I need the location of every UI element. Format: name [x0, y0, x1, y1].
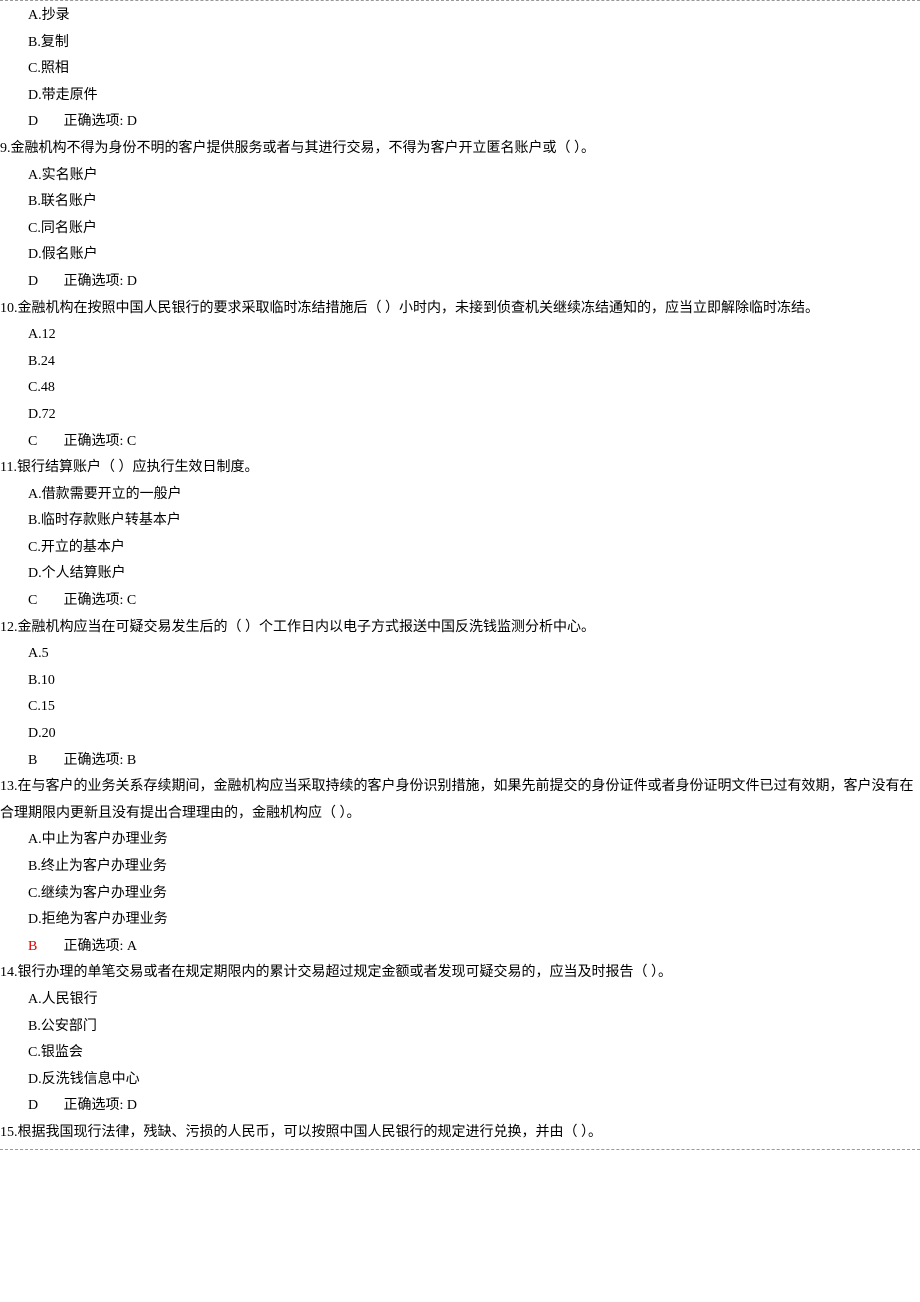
option: D.拒绝为客户办理业务 — [28, 907, 920, 934]
given-answer: D — [28, 109, 56, 136]
option: C.48 — [28, 375, 920, 402]
correct-answer-label: 正确选项: C — [64, 434, 137, 449]
question-9: 9.金融机构不得为身份不明的客户提供服务或者与其进行交易，不得为客户开立匿名账户… — [0, 136, 920, 296]
option: B.10 — [28, 668, 920, 695]
question-text: 11.银行结算账户（ ）应执行生效日制度。 — [0, 455, 920, 482]
given-answer: B — [28, 748, 56, 775]
question-8-tail: A.抄录 B.复制 C.照相 D.带走原件 D 正确选项: D — [0, 3, 920, 136]
question-text: 12.金融机构应当在可疑交易发生后的（ ）个工作日内以电子方式报送中国反洗钱监测… — [0, 615, 920, 642]
option: D.带走原件 — [28, 83, 920, 110]
correct-answer-label: 正确选项: D — [64, 1098, 138, 1113]
answer-line: C 正确选项: C — [28, 429, 920, 456]
option: D.20 — [28, 721, 920, 748]
correct-answer-label: 正确选项: A — [64, 939, 138, 954]
option: A.人民银行 — [28, 987, 920, 1014]
given-answer: C — [28, 588, 56, 615]
option: B.24 — [28, 349, 920, 376]
option: A.12 — [28, 322, 920, 349]
option: C.同名账户 — [28, 216, 920, 243]
option: D.个人结算账户 — [28, 561, 920, 588]
answer-line: B 正确选项: B — [28, 748, 920, 775]
answer-line: B 正确选项: A — [28, 934, 920, 961]
question-text: 10.金融机构在按照中国人民银行的要求采取临时冻结措施后（ ）小时内，未接到侦查… — [0, 296, 920, 323]
option: C.银监会 — [28, 1040, 920, 1067]
option: A.借款需要开立的一般户 — [28, 482, 920, 509]
option: A.5 — [28, 641, 920, 668]
option: B.临时存款账户转基本户 — [28, 508, 920, 535]
option: B.联名账户 — [28, 189, 920, 216]
answer-line: D 正确选项: D — [28, 269, 920, 296]
option: C.开立的基本户 — [28, 535, 920, 562]
correct-answer-label: 正确选项: B — [64, 753, 137, 768]
option: B.复制 — [28, 30, 920, 57]
given-answer: C — [28, 429, 56, 456]
option: A.实名账户 — [28, 163, 920, 190]
given-answer: D — [28, 1093, 56, 1120]
option: B.终止为客户办理业务 — [28, 854, 920, 881]
question-text: 9.金融机构不得为身份不明的客户提供服务或者与其进行交易，不得为客户开立匿名账户… — [0, 136, 920, 163]
option: A.抄录 — [28, 3, 920, 30]
answer-line: D 正确选项: D — [28, 109, 920, 136]
option: C.照相 — [28, 56, 920, 83]
question-15-head: 15.根据我国现行法律，残缺、污损的人民币，可以按照中国人民银行的规定进行兑换，… — [0, 1120, 920, 1147]
question-text: 15.根据我国现行法律，残缺、污损的人民币，可以按照中国人民银行的规定进行兑换，… — [0, 1120, 920, 1147]
option: A.中止为客户办理业务 — [28, 827, 920, 854]
option: D.假名账户 — [28, 242, 920, 269]
given-answer-wrong: B — [28, 934, 56, 961]
question-text: 14.银行办理的单笔交易或者在规定期限内的累计交易超过规定金额或者发现可疑交易的… — [0, 960, 920, 987]
question-13: 13.在与客户的业务关系存续期间，金融机构应当采取持续的客户身份识别措施，如果先… — [0, 774, 920, 960]
question-12: 12.金融机构应当在可疑交易发生后的（ ）个工作日内以电子方式报送中国反洗钱监测… — [0, 615, 920, 775]
correct-answer-label: 正确选项: D — [64, 114, 138, 129]
option: C.15 — [28, 694, 920, 721]
given-answer: D — [28, 269, 56, 296]
answer-line: D 正确选项: D — [28, 1093, 920, 1120]
question-14: 14.银行办理的单笔交易或者在规定期限内的累计交易超过规定金额或者发现可疑交易的… — [0, 960, 920, 1120]
correct-answer-label: 正确选项: D — [64, 274, 138, 289]
answer-line: C 正确选项: C — [28, 588, 920, 615]
option: C.继续为客户办理业务 — [28, 881, 920, 908]
correct-answer-label: 正确选项: C — [64, 593, 137, 608]
question-11: 11.银行结算账户（ ）应执行生效日制度。 A.借款需要开立的一般户 B.临时存… — [0, 455, 920, 615]
option: D.72 — [28, 402, 920, 429]
question-10: 10.金融机构在按照中国人民银行的要求采取临时冻结措施后（ ）小时内，未接到侦查… — [0, 296, 920, 456]
question-text: 13.在与客户的业务关系存续期间，金融机构应当采取持续的客户身份识别措施，如果先… — [0, 774, 920, 827]
option: B.公安部门 — [28, 1014, 920, 1041]
option: D.反洗钱信息中心 — [28, 1067, 920, 1094]
document-page: A.抄录 B.复制 C.照相 D.带走原件 D 正确选项: D 9.金融机构不得… — [0, 0, 920, 1150]
